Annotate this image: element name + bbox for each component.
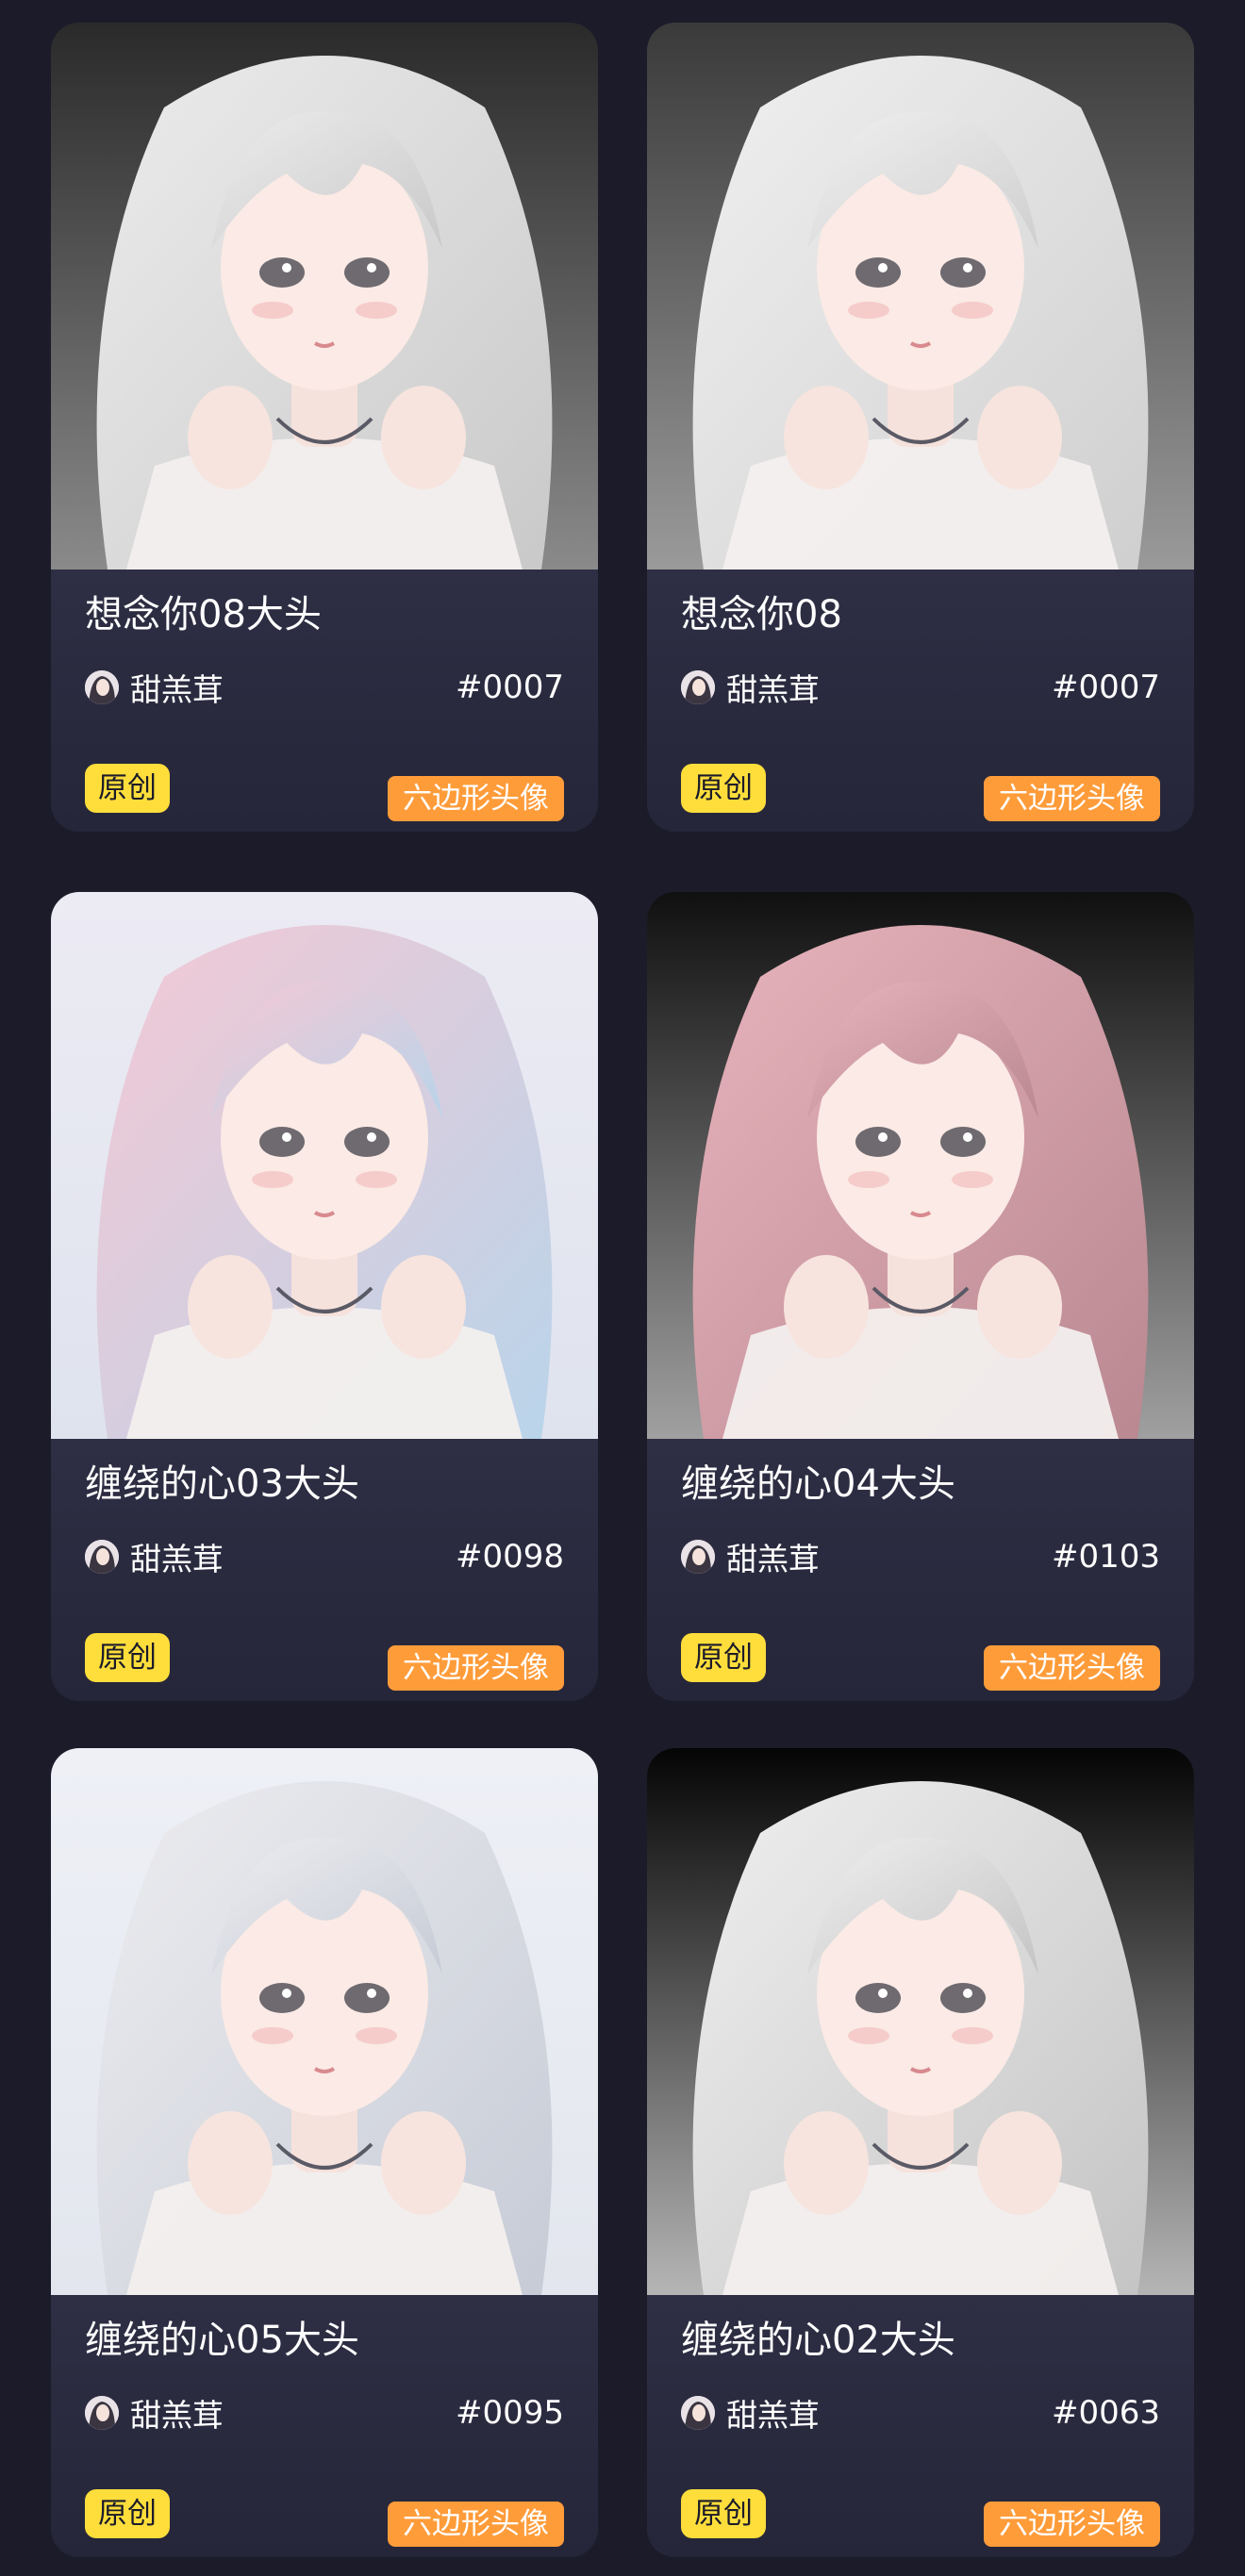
item-code: #0103 — [1051, 1538, 1160, 1576]
author-avatar — [85, 1540, 119, 1574]
item-code: #0098 — [455, 1538, 564, 1576]
author-name: 甜羔茸 — [130, 671, 224, 708]
avatar-card[interactable]: 想念你08大头 甜羔茸 #0007 原创 六边形头像 — [51, 23, 598, 832]
author-row: 甜羔茸 #0103 — [681, 1533, 1160, 1580]
hexagon-avatar-tag: 六边形头像 — [388, 2502, 564, 2547]
author-row: 甜羔茸 #0007 — [85, 664, 564, 711]
avatar-card[interactable]: 缠绕的心02大头 甜羔茸 #0063 原创 六边形头像 — [647, 1748, 1194, 2557]
card-title: 缠绕的心02大头 — [681, 2319, 955, 2362]
hexagon-avatar-tag: 六边形头像 — [388, 776, 564, 821]
author-name: 甜羔茸 — [130, 2397, 224, 2434]
author-name: 甜羔茸 — [130, 1541, 224, 1577]
avatar-artwork-image[interactable] — [51, 892, 598, 1439]
author-row: 甜羔茸 #0007 — [681, 664, 1160, 711]
avatar-artwork-image[interactable] — [647, 23, 1194, 570]
author-row: 甜羔茸 #0098 — [85, 1533, 564, 1580]
author-link[interactable]: 甜羔茸 — [681, 665, 820, 710]
card-info-panel: 缠绕的心05大头 甜羔茸 #0095 原创 六边形头像 — [51, 2295, 598, 2557]
author-avatar — [681, 2396, 715, 2430]
card-info-panel: 缠绕的心03大头 甜羔茸 #0098 原创 六边形头像 — [51, 1439, 598, 1701]
card-title: 想念你08 — [681, 593, 842, 636]
hexagon-avatar-tag: 六边形头像 — [984, 2502, 1160, 2547]
card-title: 想念你08大头 — [85, 593, 322, 636]
card-title: 缠绕的心03大头 — [85, 1462, 359, 1506]
item-code: #0007 — [455, 669, 564, 706]
card-info-panel: 想念你08 甜羔茸 #0007 原创 六边形头像 — [647, 570, 1194, 832]
author-avatar — [85, 2396, 119, 2430]
card-info-panel: 缠绕的心02大头 甜羔茸 #0063 原创 六边形头像 — [647, 2295, 1194, 2557]
item-code: #0007 — [1051, 669, 1160, 706]
avatar-card[interactable]: 缠绕的心04大头 甜羔茸 #0103 原创 六边形头像 — [647, 892, 1194, 1701]
author-name: 甜羔茸 — [726, 671, 820, 708]
avatar-artwork-image[interactable] — [51, 23, 598, 570]
author-link[interactable]: 甜羔茸 — [681, 2390, 820, 2436]
original-badge: 原创 — [85, 1633, 170, 1682]
hexagon-avatar-tag: 六边形头像 — [388, 1645, 564, 1691]
avatar-artwork-image[interactable] — [51, 1748, 598, 2295]
original-badge: 原创 — [681, 764, 766, 813]
avatar-gallery-grid: 想念你08大头 甜羔茸 #0007 原创 六边形头像 想念你08 甜羔茸 #00… — [0, 0, 1245, 2576]
card-info-panel: 想念你08大头 甜羔茸 #0007 原创 六边形头像 — [51, 570, 598, 832]
hexagon-avatar-tag: 六边形头像 — [984, 1645, 1160, 1691]
item-code: #0095 — [455, 2394, 564, 2432]
author-link[interactable]: 甜羔茸 — [85, 665, 224, 710]
author-link[interactable]: 甜羔茸 — [85, 1534, 224, 1579]
author-row: 甜羔茸 #0063 — [681, 2389, 1160, 2436]
card-info-panel: 缠绕的心04大头 甜羔茸 #0103 原创 六边形头像 — [647, 1439, 1194, 1701]
author-row: 甜羔茸 #0095 — [85, 2389, 564, 2436]
author-link[interactable]: 甜羔茸 — [85, 2390, 224, 2436]
item-code: #0063 — [1051, 2394, 1160, 2432]
author-avatar — [85, 670, 119, 704]
avatar-artwork-image[interactable] — [647, 892, 1194, 1439]
original-badge: 原创 — [85, 764, 170, 813]
avatar-card[interactable]: 缠绕的心05大头 甜羔茸 #0095 原创 六边形头像 — [51, 1748, 598, 2557]
avatar-artwork-image[interactable] — [647, 1748, 1194, 2295]
card-title: 缠绕的心05大头 — [85, 2319, 359, 2362]
avatar-card[interactable]: 缠绕的心03大头 甜羔茸 #0098 原创 六边形头像 — [51, 892, 598, 1701]
author-link[interactable]: 甜羔茸 — [681, 1534, 820, 1579]
original-badge: 原创 — [85, 2489, 170, 2538]
hexagon-avatar-tag: 六边形头像 — [984, 776, 1160, 821]
card-title: 缠绕的心04大头 — [681, 1462, 955, 1506]
original-badge: 原创 — [681, 1633, 766, 1682]
author-name: 甜羔茸 — [726, 2397, 820, 2434]
author-name: 甜羔茸 — [726, 1541, 820, 1577]
original-badge: 原创 — [681, 2489, 766, 2538]
avatar-card[interactable]: 想念你08 甜羔茸 #0007 原创 六边形头像 — [647, 23, 1194, 832]
author-avatar — [681, 1540, 715, 1574]
author-avatar — [681, 670, 715, 704]
